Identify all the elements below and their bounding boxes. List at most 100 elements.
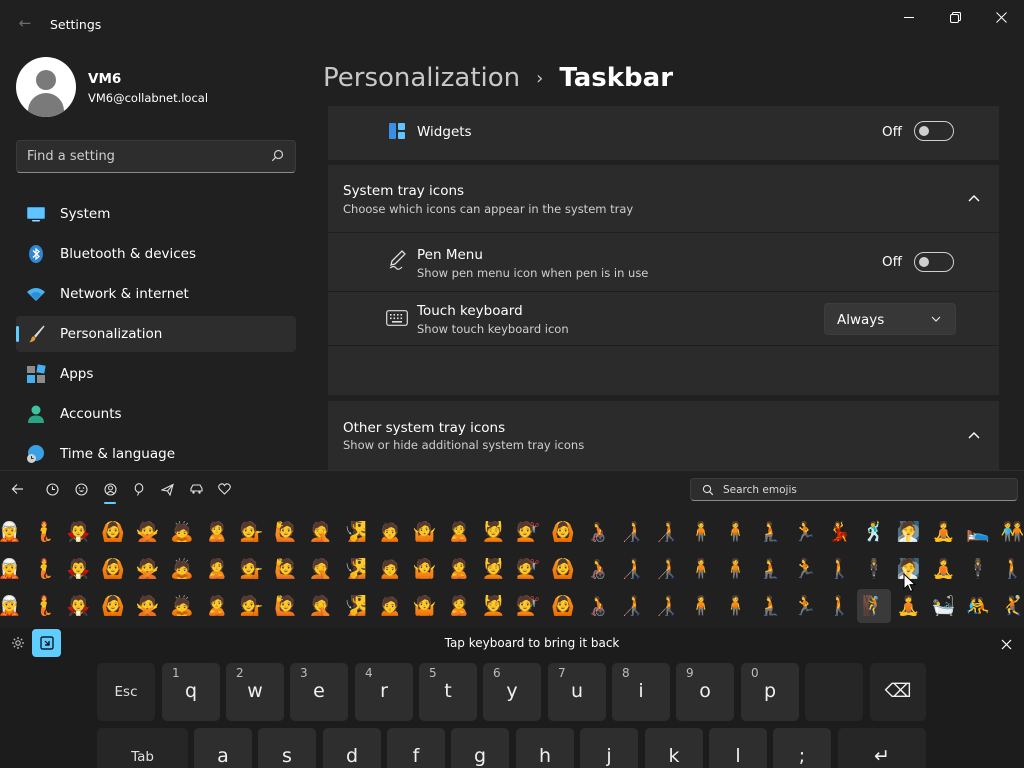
emoji-button[interactable]: 🧑‍🦽 bbox=[580, 589, 615, 623]
emoji-button[interactable]: 🧎 bbox=[753, 552, 788, 586]
emoji-button[interactable]: 🙎 bbox=[442, 552, 477, 586]
emoji-button[interactable]: 🧏 bbox=[338, 589, 373, 623]
key-letter[interactable]: 9o bbox=[676, 663, 734, 721]
sidebar-item-personalization[interactable]: Personalization bbox=[16, 316, 296, 352]
sidebar-item-time-language[interactable]: Time & language bbox=[16, 436, 296, 472]
key-letter[interactable]: Esc bbox=[97, 663, 155, 721]
key-letter[interactable]: 0p bbox=[741, 663, 799, 721]
emoji-button[interactable]: 🛀 bbox=[926, 589, 961, 623]
emoji-button[interactable]: 🙋 bbox=[269, 552, 304, 586]
emoji-button[interactable]: 🧍 bbox=[684, 589, 719, 623]
emoji-tab-symbols[interactable] bbox=[215, 480, 233, 498]
key-blank[interactable] bbox=[805, 663, 863, 721]
emoji-button[interactable]: 🙎 bbox=[442, 589, 477, 623]
emoji-button[interactable]: 🧍 bbox=[718, 552, 753, 586]
key-letter[interactable]: ⌫ bbox=[870, 663, 926, 721]
emoji-button[interactable]: 🙆 bbox=[96, 515, 131, 549]
back-arrow-icon[interactable]: ← bbox=[14, 12, 36, 34]
emoji-button[interactable]: 🙎 bbox=[200, 589, 235, 623]
emoji-button[interactable]: 🧜 bbox=[27, 552, 62, 586]
key-letter[interactable]: s bbox=[258, 728, 316, 768]
emoji-button[interactable]: 🧘 bbox=[891, 589, 926, 623]
emoji-button[interactable]: 🧍 bbox=[684, 552, 719, 586]
emoji-tab-people[interactable] bbox=[101, 480, 119, 504]
emoji-button[interactable]: 🧑‍🦯 bbox=[649, 552, 684, 586]
key-letter[interactable]: k bbox=[645, 728, 703, 768]
emoji-button[interactable]: 🏃 bbox=[788, 515, 823, 549]
sidebar-item-system[interactable]: System bbox=[16, 196, 296, 232]
emoji-button[interactable]: 💆 bbox=[476, 589, 511, 623]
key-letter[interactable]: 5t bbox=[419, 663, 477, 721]
emoji-button[interactable]: 🧛 bbox=[61, 515, 96, 549]
emoji-button[interactable]: 💃 bbox=[822, 515, 857, 549]
key-letter[interactable]: 7u bbox=[548, 663, 606, 721]
emoji-button[interactable]: 🤾 bbox=[995, 589, 1024, 623]
emoji-button[interactable]: 🙇 bbox=[165, 589, 200, 623]
emoji-button[interactable]: 💇 bbox=[511, 552, 546, 586]
key-letter[interactable]: 1q bbox=[162, 663, 220, 721]
emoji-button[interactable]: 💆 bbox=[476, 552, 511, 586]
emoji-tab-smileys[interactable] bbox=[72, 480, 90, 498]
emoji-button[interactable]: 🚶 bbox=[822, 589, 857, 623]
emoji-button[interactable]: 🧝 bbox=[0, 552, 27, 586]
emoji-tab-recent[interactable] bbox=[43, 480, 61, 498]
emoji-button[interactable]: 🧜 bbox=[27, 589, 62, 623]
emoji-button[interactable]: 🕴 bbox=[961, 552, 996, 586]
key-letter[interactable]: j bbox=[580, 728, 638, 768]
emoji-button[interactable]: 💇 bbox=[511, 515, 546, 549]
emoji-back-button[interactable] bbox=[8, 480, 26, 498]
emoji-button[interactable]: 🤷 bbox=[407, 552, 442, 586]
emoji-button[interactable]: 🙎 bbox=[200, 515, 235, 549]
emoji-button[interactable]: 🙆 bbox=[96, 552, 131, 586]
chevron-up-icon[interactable] bbox=[968, 194, 980, 202]
key-letter[interactable]: ↵ bbox=[838, 728, 926, 768]
emoji-button[interactable]: 🧍 bbox=[718, 515, 753, 549]
sidebar-item-bluetooth[interactable]: Bluetooth & devices bbox=[16, 236, 296, 272]
emoji-button[interactable]: 🧑‍🦽 bbox=[580, 552, 615, 586]
key-letter[interactable]: 3e bbox=[290, 663, 348, 721]
restore-button[interactable] bbox=[932, 4, 978, 30]
emoji-button[interactable]: 🙍 bbox=[373, 515, 408, 549]
emoji-button[interactable]: 🧏 bbox=[338, 552, 373, 586]
system-tray-header[interactable]: System tray icons Choose which icons can… bbox=[328, 165, 999, 232]
sidebar-item-apps[interactable]: Apps bbox=[16, 356, 296, 392]
emoji-button[interactable]: 🧑‍🦯 bbox=[615, 552, 650, 586]
emoji-button[interactable]: 🙎 bbox=[442, 515, 477, 549]
emoji-button[interactable]: 🙅 bbox=[130, 589, 165, 623]
other-tray-card[interactable]: Other system tray icons Show or hide add… bbox=[328, 401, 999, 470]
emoji-button[interactable]: 🙆 bbox=[96, 589, 131, 623]
emoji-button[interactable]: 🧘 bbox=[926, 552, 961, 586]
key-letter[interactable]: ; bbox=[773, 728, 831, 768]
emoji-button[interactable]: 🕴 bbox=[857, 552, 892, 586]
pen-menu-toggle[interactable] bbox=[914, 252, 954, 272]
emoji-button[interactable]: 🧑‍🦯 bbox=[615, 589, 650, 623]
key-letter[interactable]: 6y bbox=[483, 663, 541, 721]
emoji-button[interactable]: 💆 bbox=[476, 515, 511, 549]
emoji-button[interactable]: 🧝 bbox=[0, 515, 27, 549]
emoji-button[interactable]: 💇 bbox=[511, 589, 546, 623]
emoji-button[interactable]: 🧘 bbox=[926, 515, 961, 549]
emoji-button[interactable]: 🙅 bbox=[130, 552, 165, 586]
emoji-button[interactable]: 💁 bbox=[234, 589, 269, 623]
touch-keyboard-dropdown[interactable]: Always bbox=[824, 303, 956, 335]
emoji-button[interactable]: 🧏 bbox=[338, 515, 373, 549]
key-letter[interactable]: h bbox=[516, 728, 574, 768]
emoji-button[interactable]: 🙍 bbox=[373, 552, 408, 586]
search-icon[interactable] bbox=[271, 149, 285, 163]
sidebar-item-accounts[interactable]: Accounts bbox=[16, 396, 296, 432]
emoji-search-input[interactable] bbox=[723, 479, 1013, 500]
emoji-button[interactable]: 💁 bbox=[234, 552, 269, 586]
emoji-button[interactable]: 🙇 bbox=[165, 552, 200, 586]
emoji-button[interactable]: 🚶 bbox=[822, 552, 857, 586]
emoji-button[interactable]: 🧑‍🦽 bbox=[580, 515, 615, 549]
emoji-button[interactable]: 🤼 bbox=[961, 589, 996, 623]
emoji-button[interactable]: 🧖 bbox=[891, 515, 926, 549]
emoji-button[interactable]: 🙋 bbox=[269, 515, 304, 549]
key-letter[interactable]: l bbox=[709, 728, 767, 768]
emoji-button[interactable]: 🧍 bbox=[718, 589, 753, 623]
emoji-button[interactable]: 🧎 bbox=[753, 515, 788, 549]
emoji-button[interactable]: 🏃 bbox=[788, 589, 823, 623]
emoji-button[interactable]: 🙍 bbox=[373, 589, 408, 623]
emoji-button[interactable]: 🧛 bbox=[61, 552, 96, 586]
emoji-button[interactable]: 🙋 bbox=[269, 589, 304, 623]
